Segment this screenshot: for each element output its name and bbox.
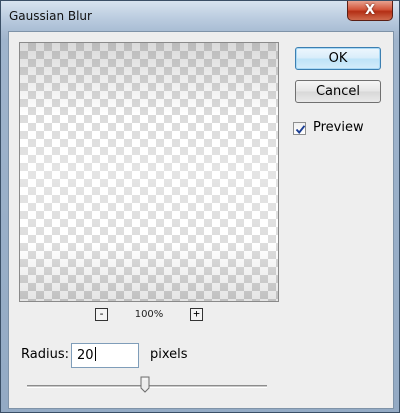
preview-checkbox[interactable] xyxy=(293,122,306,135)
radius-label: Radius: xyxy=(21,347,69,362)
preview-canvas[interactable] xyxy=(19,42,279,302)
radius-input[interactable]: 20 xyxy=(71,343,139,368)
dialog-title: Gaussian Blur xyxy=(9,9,92,23)
close-button[interactable]: X xyxy=(347,1,393,21)
preview-image xyxy=(20,43,278,301)
radius-slider-thumb[interactable] xyxy=(140,376,150,393)
minus-icon: - xyxy=(98,307,105,320)
cancel-button[interactable]: Cancel xyxy=(295,80,381,103)
checkmark-icon xyxy=(295,125,306,134)
ok-button[interactable]: OK xyxy=(295,47,381,70)
zoom-level: 100% xyxy=(134,309,164,320)
zoom-out-button[interactable]: - xyxy=(95,308,108,321)
zoom-in-button[interactable]: + xyxy=(190,308,203,321)
close-icon: X xyxy=(364,3,376,18)
text-caret xyxy=(94,347,96,361)
radius-value: 20 xyxy=(77,348,94,363)
preview-label: Preview xyxy=(313,120,364,135)
dialog-content: - 100% + OK Cancel Preview Radius: 20 pi… xyxy=(8,31,394,409)
title-bar[interactable]: Gaussian Blur X xyxy=(1,1,399,31)
radius-unit-label: pixels xyxy=(150,347,188,362)
plus-icon: + xyxy=(193,307,200,320)
gaussian-blur-dialog: Gaussian Blur X - 100% + OK Cancel Previ… xyxy=(0,0,400,413)
